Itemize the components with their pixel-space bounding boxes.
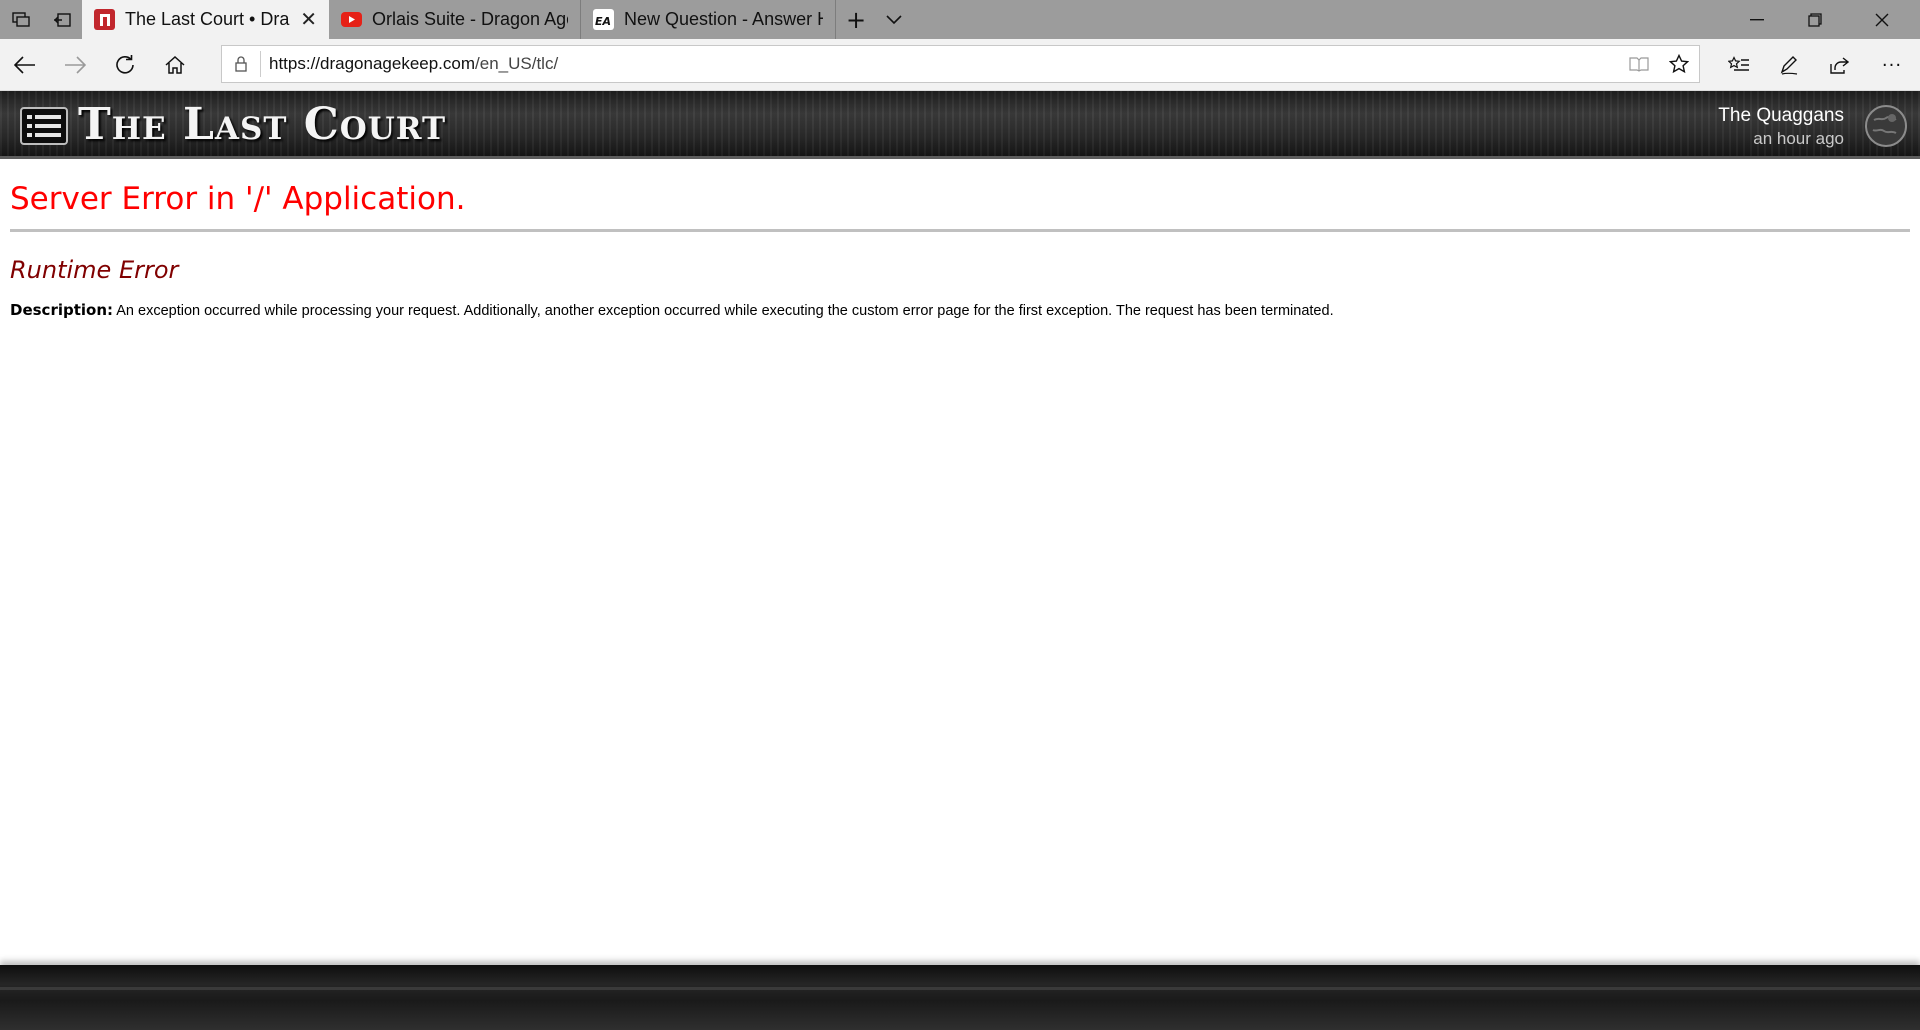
more-options-icon[interactable]: ··· [1864, 39, 1920, 91]
close-tab-icon[interactable]: ✕ [290, 7, 317, 32]
url-host: https://dragonagekeep.com [269, 54, 476, 73]
tab-title: The Last Court • Dragor [125, 9, 290, 29]
share-icon[interactable] [1814, 39, 1864, 91]
tab-answer-hq[interactable]: EA New Question - Answer HQ [581, 0, 836, 39]
back-arrow-icon[interactable] [0, 39, 50, 91]
description-text: An exception occurred while processing y… [116, 303, 1334, 319]
tab-list-chevron-icon[interactable] [876, 0, 912, 39]
browser-tab-bar: The Last Court • Dragor ✕ Orlais Suite -… [0, 0, 1920, 39]
tab-actions-icon[interactable] [0, 0, 41, 39]
svg-text:EA: EA [595, 15, 611, 26]
site-footer [0, 965, 1920, 1030]
tab-orlais-suite[interactable]: Orlais Suite - Dragon Age Ir [329, 0, 581, 39]
user-name: The Quaggans [1718, 105, 1844, 126]
error-content: Server Error in '/' Application. Runtime… [10, 159, 1910, 319]
tab-last-court[interactable]: The Last Court • Dragor ✕ [82, 0, 329, 39]
browser-toolbar-right: ··· [1714, 39, 1920, 91]
reading-view-icon[interactable] [1619, 56, 1659, 72]
new-tab-icon[interactable]: + [836, 0, 876, 39]
web-note-pen-icon[interactable] [1764, 39, 1814, 91]
address-bar-actions [1619, 54, 1699, 74]
favorite-star-icon[interactable] [1659, 54, 1699, 74]
globe-avatar-icon[interactable] [1864, 104, 1908, 148]
refresh-icon[interactable] [100, 39, 150, 91]
site-header: The Last Court The Quaggans an hour ago [0, 91, 1920, 159]
tab-title: Orlais Suite - Dragon Age Ir [372, 9, 568, 29]
browser-nav-bar: https://dragonagekeep.com/en_US/tlc/ ··· [0, 39, 1920, 91]
ea-favicon: EA [593, 9, 614, 30]
last-court-favicon [94, 9, 115, 30]
close-window-icon[interactable] [1844, 0, 1920, 39]
youtube-favicon [341, 9, 362, 30]
error-title: Server Error in '/' Application. [10, 181, 466, 217]
favorites-hub-icon[interactable] [1714, 39, 1764, 91]
minimize-icon[interactable] [1728, 0, 1786, 39]
set-aside-tabs-icon[interactable] [41, 0, 82, 39]
user-info[interactable]: The Quaggans an hour ago [1718, 105, 1844, 149]
address-bar[interactable]: https://dragonagekeep.com/en_US/tlc/ [221, 45, 1700, 83]
restore-icon[interactable] [1786, 0, 1844, 39]
error-divider [10, 229, 1910, 232]
url-path: /en_US/tlc/ [475, 54, 559, 73]
user-last-active: an hour ago [1753, 129, 1844, 148]
url-text[interactable]: https://dragonagekeep.com/en_US/tlc/ [261, 54, 558, 74]
tab-title: New Question - Answer HQ [624, 9, 823, 29]
window-controls [1728, 0, 1920, 39]
forward-arrow-icon[interactable] [50, 39, 100, 91]
error-subtitle: Runtime Error [10, 256, 179, 284]
error-description: Description: An exception occurred while… [10, 301, 1910, 319]
description-label: Description: [10, 301, 114, 319]
menu-list-icon[interactable] [20, 107, 68, 145]
footer-rule [0, 987, 1920, 990]
lock-icon[interactable] [222, 56, 260, 72]
site-title[interactable]: The Last Court [78, 99, 446, 150]
home-icon[interactable] [150, 39, 200, 91]
